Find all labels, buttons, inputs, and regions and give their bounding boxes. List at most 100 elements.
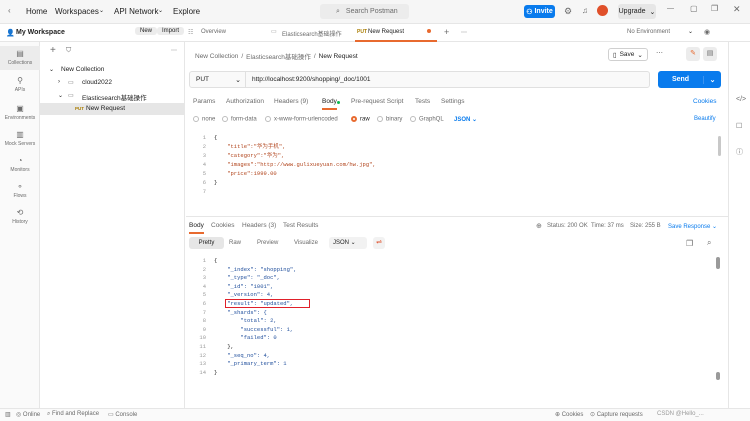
- maximize-icon[interactable]: ▢: [690, 4, 698, 13]
- mode-form-data[interactable]: form-data: [222, 116, 257, 123]
- back-icon[interactable]: ‹: [8, 6, 11, 15]
- save-button[interactable]: ▯ Save ⌄: [608, 48, 648, 61]
- mode-urlencoded[interactable]: x-www-form-urlencoded: [265, 116, 338, 123]
- find-replace[interactable]: ⌕ Find and Replace: [47, 411, 99, 418]
- rail-history[interactable]: ⟲ History: [0, 208, 40, 225]
- import-button[interactable]: Import: [157, 27, 185, 35]
- online-status[interactable]: ◎ Online: [16, 411, 40, 418]
- minimize-icon[interactable]: —: [667, 5, 674, 12]
- more-icon[interactable]: ⋯: [171, 47, 177, 54]
- breadcrumb-folder[interactable]: Elasticsearch基础操作: [246, 51, 311, 61]
- environment-quick-look-icon[interactable]: ◉: [704, 28, 710, 36]
- collection-root[interactable]: New Collection: [61, 66, 104, 73]
- chevron-down-icon[interactable]: ⌄: [703, 75, 721, 84]
- tab-body[interactable]: Body: [322, 98, 337, 110]
- rail-flows[interactable]: ⚬ Flows: [0, 182, 40, 199]
- nav-workspaces[interactable]: Workspaces: [55, 7, 99, 16]
- chevron-down-icon[interactable]: ⌄: [58, 92, 63, 99]
- chevron-down-icon[interactable]: ⌄: [49, 66, 54, 73]
- mode-graphql[interactable]: GraphQL: [410, 116, 444, 123]
- tab-settings[interactable]: Settings: [441, 98, 465, 105]
- invite-button[interactable]: ⚇ Invite: [524, 5, 555, 18]
- tab-pre-request-script[interactable]: Pre-request Script: [351, 98, 403, 105]
- rail-mock-servers[interactable]: ▥ Mock Servers: [0, 130, 40, 147]
- view-preview[interactable]: Preview: [257, 240, 278, 246]
- response-scrollbar[interactable]: [716, 257, 720, 269]
- url-input[interactable]: http://localhost:9200/shopping/_doc/1001: [252, 76, 371, 83]
- sidebar-toggle-icon[interactable]: ▥: [5, 411, 11, 418]
- body-format-select[interactable]: JSON ⌄: [454, 116, 477, 123]
- avatar[interactable]: [597, 5, 608, 16]
- documentation-icon[interactable]: ▤: [703, 47, 717, 61]
- tab-response-headers[interactable]: Headers (3): [242, 222, 276, 229]
- breadcrumb-collection[interactable]: New Collection: [195, 53, 238, 60]
- breadcrumb-request[interactable]: New Request: [319, 53, 358, 60]
- tab-overview[interactable]: Overview: [201, 29, 226, 35]
- tab-headers[interactable]: Headers (9): [274, 98, 308, 105]
- nav-explore[interactable]: Explore: [173, 7, 200, 16]
- code-line: 9 "successful": 1,: [194, 326, 714, 335]
- new-button[interactable]: New: [135, 27, 158, 35]
- view-visualize[interactable]: Visualize: [294, 240, 318, 246]
- sidebar-item-new-request[interactable]: PUT New Request: [40, 103, 185, 115]
- search-bar[interactable]: ⌕ Search Postman: [320, 4, 409, 19]
- edit-icon[interactable]: ✎: [686, 47, 700, 61]
- capture-requests[interactable]: ⊙ Capture requests: [590, 411, 643, 418]
- nav-api-network[interactable]: API Network: [114, 7, 158, 16]
- restore-icon[interactable]: ❐: [711, 4, 718, 13]
- globe-icon[interactable]: ⊕: [536, 222, 542, 230]
- more-icon[interactable]: ⋯: [656, 49, 663, 57]
- tab-tests[interactable]: Tests: [415, 98, 430, 105]
- mode-raw[interactable]: raw: [351, 116, 370, 123]
- search-icon[interactable]: ⌕: [707, 238, 711, 248]
- view-pretty[interactable]: Pretty: [189, 237, 224, 249]
- info-icon[interactable]: ⓘ: [736, 147, 743, 157]
- rail-environments[interactable]: ▣ Environments: [0, 104, 40, 121]
- chevron-right-icon[interactable]: ›: [58, 79, 60, 85]
- sidebar-item-elasticsearch[interactable]: Elasticsearch基础操作: [82, 92, 147, 102]
- comments-icon[interactable]: ☐: [736, 122, 742, 130]
- request-body-editor[interactable]: 1{2 "title":"华为手机", 3 "category":"华为", 4 "…: [194, 133, 724, 195]
- tab-authorization[interactable]: Authorization: [226, 98, 264, 105]
- copy-icon[interactable]: ❐: [686, 239, 693, 248]
- bell-icon[interactable]: ♫: [582, 6, 588, 15]
- add-tab-icon[interactable]: +: [444, 27, 449, 37]
- cookies-status[interactable]: ⊕ Cookies: [555, 411, 583, 418]
- add-icon[interactable]: +: [50, 45, 56, 56]
- tab-response-cookies[interactable]: Cookies: [211, 222, 234, 229]
- sidebar-item-cloud2022[interactable]: cloud2022: [82, 79, 112, 86]
- response-scrollbar-end[interactable]: [716, 372, 720, 380]
- console[interactable]: ▭ Console: [108, 411, 137, 418]
- tab-menu-icon[interactable]: ⋯: [461, 29, 467, 36]
- upgrade-button[interactable]: Upgrade ⌄: [618, 4, 656, 19]
- rail-apis[interactable]: ⚲ APIs: [0, 76, 40, 93]
- mode-none[interactable]: none: [193, 116, 215, 123]
- cookies-link[interactable]: Cookies: [693, 98, 716, 105]
- mode-binary[interactable]: binary: [377, 116, 402, 123]
- nav-home[interactable]: Home: [26, 7, 47, 16]
- workspace-name[interactable]: My Workspace: [16, 29, 65, 36]
- view-raw[interactable]: Raw: [229, 240, 241, 246]
- gear-icon[interactable]: ⚙: [564, 6, 572, 17]
- close-icon[interactable]: ✕: [733, 4, 741, 15]
- response-body-viewer[interactable]: 1{2 "_index": "shopping", 3 "_type": "_do…: [194, 257, 714, 383]
- tab-response-body[interactable]: Body: [189, 222, 204, 234]
- wrap-lines-icon[interactable]: ⇌: [373, 237, 385, 249]
- code-text: "images":"http://www.gulixueyuan.com/hw.…: [214, 161, 376, 168]
- rail-monitors[interactable]: ◔ Monitors: [0, 156, 40, 173]
- method-select[interactable]: PUT ⌄: [190, 72, 246, 87]
- tab-test-results[interactable]: Test Results: [283, 222, 318, 229]
- code-icon[interactable]: </>: [736, 96, 746, 103]
- tabs-scroll-icon[interactable]: ☷: [188, 29, 193, 36]
- tab-elasticsearch[interactable]: Elasticsearch基础操作: [282, 29, 342, 38]
- save-response-button[interactable]: Save Response ⌄: [668, 223, 717, 230]
- beautify-link[interactable]: Beautify: [694, 116, 716, 122]
- editor-scrollbar[interactable]: [718, 136, 721, 156]
- tab-params[interactable]: Params: [193, 98, 215, 105]
- response-format-select[interactable]: JSON ⌄: [329, 237, 367, 249]
- tab-new-request[interactable]: PUT New Request: [355, 24, 437, 42]
- environment-select[interactable]: No Environment: [627, 29, 670, 35]
- rail-collections[interactable]: ▤ Collections: [0, 46, 40, 70]
- send-button[interactable]: Send ⌄: [658, 71, 721, 88]
- filter-icon[interactable]: ⛉: [66, 47, 71, 55]
